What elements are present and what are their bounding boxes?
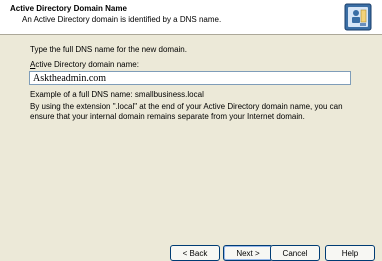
wizard-header: Active Directory Domain Name An Active D…	[0, 0, 382, 35]
domain-name-label: Active Directory domain name:	[30, 60, 139, 69]
button-row: < Back Next > Cancel Help	[0, 245, 382, 261]
domain-name-label-text: ctive Directory domain name:	[35, 60, 139, 69]
next-button[interactable]: Next >	[223, 245, 273, 261]
help-button[interactable]: Help	[325, 245, 375, 261]
back-button[interactable]: < Back	[170, 245, 220, 261]
page-subtitle: An Active Directory domain is identified…	[22, 15, 222, 24]
page-title: Active Directory Domain Name	[10, 4, 127, 13]
example-text: Example of a full DNS name: smallbusines…	[30, 90, 204, 99]
wizard-directory-icon	[344, 3, 372, 31]
instruction-text: Type the full DNS name for the new domai…	[30, 45, 187, 54]
domain-name-input[interactable]	[29, 71, 351, 85]
cancel-button[interactable]: Cancel	[270, 245, 320, 261]
local-extension-note: By using the extension ".local" at the e…	[30, 102, 343, 121]
